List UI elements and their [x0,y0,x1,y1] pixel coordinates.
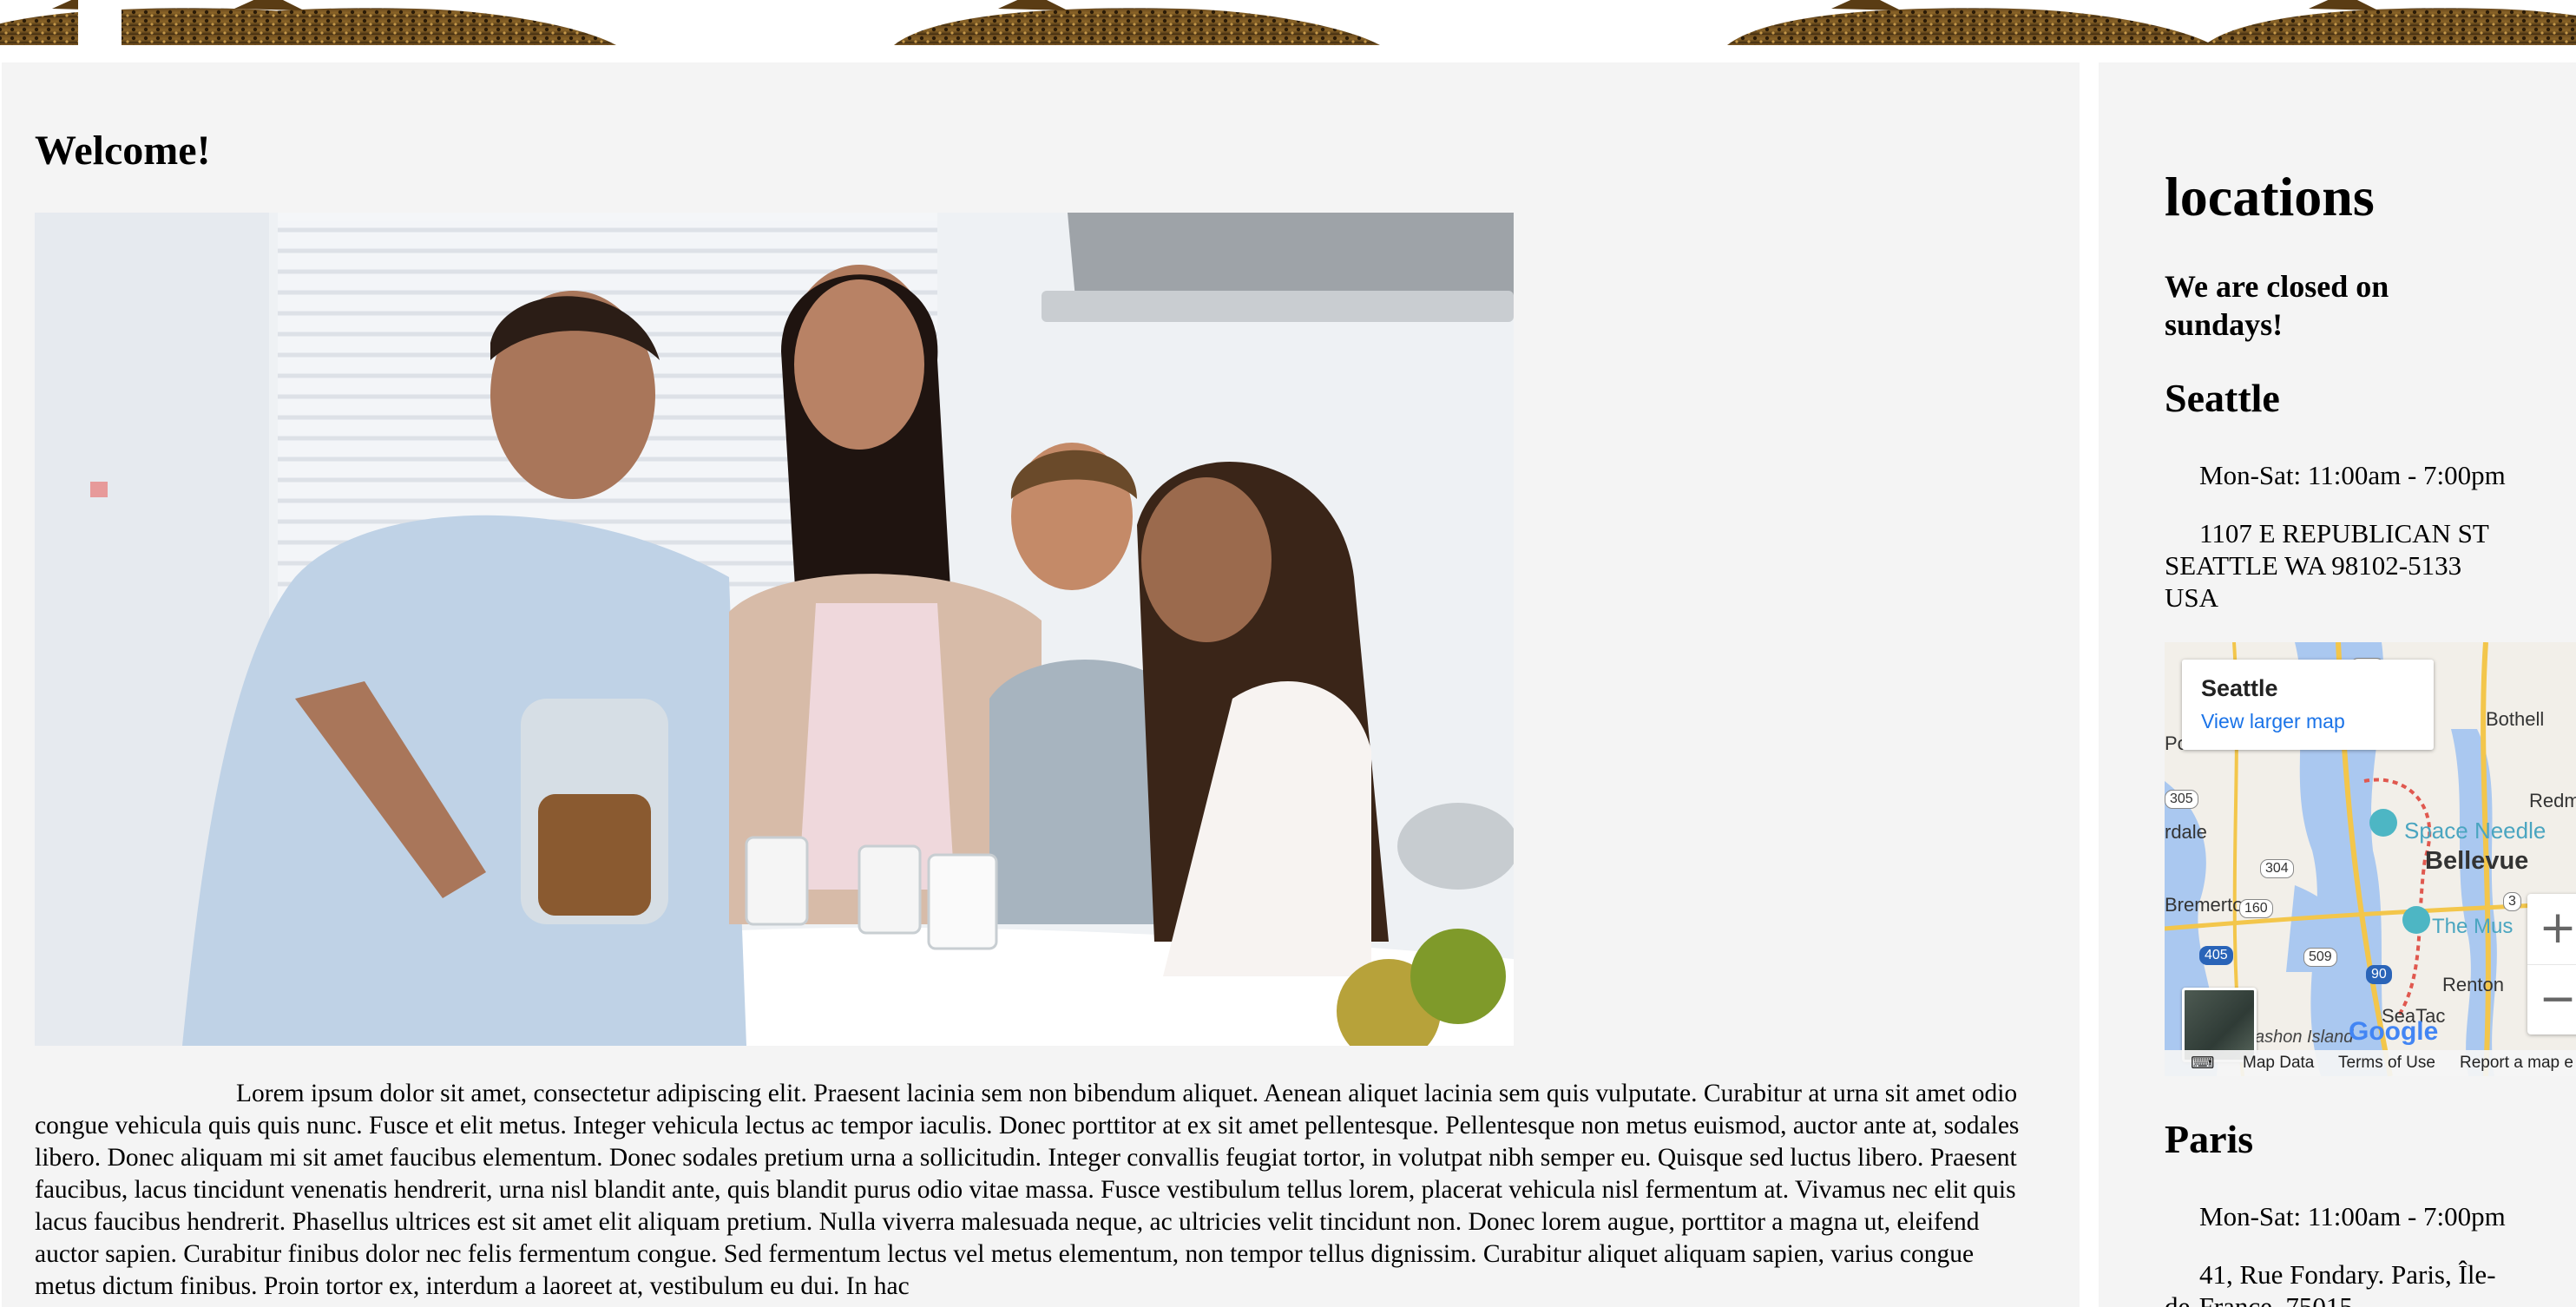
terms-of-use-link[interactable]: Terms of Use [2338,1054,2435,1073]
map-label-bothell: Bothell [2486,708,2545,730]
seattle-address-line3: USA [2165,582,2219,613]
closed-notice: We are closed on sundays! [2165,269,2389,342]
map-data-link[interactable]: Map Data [2243,1054,2314,1073]
map-label-redmond: Redmond [2529,790,2576,811]
report-map-error-link[interactable]: Report a map e [2460,1054,2573,1073]
paris-heading: Paris [2165,1117,2254,1161]
paris-address-line1: 41, Rue Fondary. Paris, Île- [2199,1259,2496,1290]
highway-shield-icon: 509 [2303,948,2337,967]
map-place-name: Seattle [2201,675,2278,701]
map-label-bellevue: Bellevue [2425,847,2529,875]
main-content: Welcome! Lorem ipsum dolor sit amet, con… [2,62,2080,1307]
seattle-heading: Seattle [2165,376,2280,420]
paris-address: 41, Rue Fondary. Paris, Île- de-France, … [2165,1258,2573,1307]
paris-address-line2: de-France, 75015 [2165,1291,2353,1307]
map-label-renton: Renton [2442,974,2504,995]
keyboard-icon[interactable]: ⌨ [2191,1054,2214,1074]
map-label-rdale: rdale [2165,821,2207,843]
intro-paragraph: Lorem ipsum dolor sit amet, consectetur … [35,1080,2020,1300]
highway-shield-icon: 3 [2503,892,2521,911]
paris-hours: Mon-Sat: 11:00am - 7:00pm [2199,1201,2506,1231]
highway-shield-icon: 405 [2199,946,2233,965]
view-larger-map-link[interactable]: View larger map [2201,710,2345,733]
zoom-out-button[interactable]: − [2527,964,2576,1035]
map-label-space-needle: Space Needle [2404,818,2546,844]
zoom-in-button[interactable]: + [2527,894,2576,964]
map-zoom-controls: + − [2527,894,2576,1034]
map-label-museum: The Mus [2432,915,2514,938]
welcome-heading: Welcome! [35,128,211,174]
seattle-hours: Mon-Sat: 11:00am - 7:00pm [2199,460,2506,490]
seattle-map[interactable]: Space Needle Bellevue Bothell Redmond Re… [2165,642,2576,1076]
fish-pattern-image [0,0,2576,45]
seattle-address-line2: SEATTLE WA 98102-5133 [2165,550,2462,581]
seattle-address-line1: 1107 E REPUBLICAN ST [2199,518,2489,548]
family-kitchen-photo [35,213,1514,1046]
map-label-vashon: ashon Island [2255,1028,2354,1047]
seattle-address: 1107 E REPUBLICAN ST SEATTLE WA 98102-51… [2165,517,2573,614]
map-footer: ⌨ Map Data Terms of Use Report a map e [2165,1050,2576,1076]
locations-title: locations [2165,166,2375,227]
fish-banner [0,0,2576,45]
highway-shield-icon: 90 [2366,965,2392,984]
google-logo: Google [2349,1017,2439,1046]
highway-shield-icon: 305 [2165,790,2198,809]
highway-shield-icon: 160 [2239,899,2273,918]
highway-shield-icon: 304 [2260,859,2294,878]
locations-sidebar: locations We are closed on sundays! Seat… [2099,62,2576,1307]
map-info-card: Seattle View larger map [2182,660,2434,750]
